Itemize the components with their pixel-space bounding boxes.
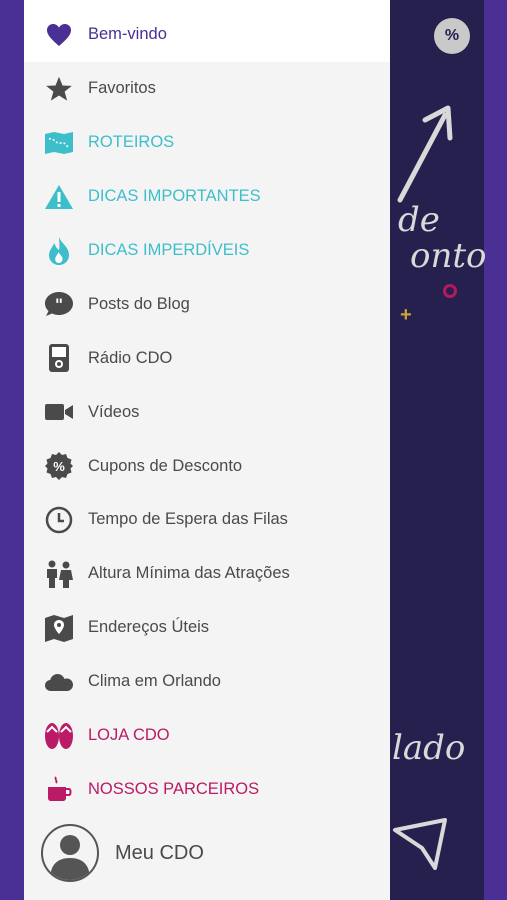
percent-badge-icon: % — [43, 450, 75, 482]
menu-item-label: NOSSOS PARCEIROS — [88, 779, 260, 798]
menu-item-dicas-importantes[interactable]: DICAS IMPORTANTES — [24, 170, 390, 224]
quote-bubble-icon: " — [43, 288, 75, 320]
menu-item-label: DICAS IMPERDÍVEIS — [88, 241, 250, 259]
people-icon — [43, 558, 75, 590]
arrow-up-icon — [397, 105, 453, 203]
background-script-text: de — [398, 200, 440, 240]
flip-flops-icon — [43, 720, 75, 752]
menu-item-loja-cdo[interactable]: LOJA CDO — [24, 709, 390, 763]
menu-item-tempo-espera[interactable]: Tempo de Espera das Filas — [24, 493, 390, 547]
map-pin-icon — [43, 612, 75, 644]
menu-item-cupons-desconto[interactable]: % Cupons de Desconto — [24, 439, 390, 493]
navigation-drawer: Bem-vindo Favoritos ROTEIROS DICAS IMPOR… — [24, 0, 390, 900]
menu-item-enderecos-uteis[interactable]: Endereços Úteis — [24, 601, 390, 655]
menu-item-label: Bem-vindo — [88, 25, 167, 44]
drawer-menu: Bem-vindo Favoritos ROTEIROS DICAS IMPOR… — [24, 8, 390, 816]
menu-item-nossos-parceiros[interactable]: NOSSOS PARCEIROS — [24, 762, 390, 816]
menu-item-dicas-imperdiveis[interactable]: DICAS IMPERDÍVEIS — [24, 224, 390, 278]
decorative-ring — [443, 284, 457, 298]
discount-badge-icon[interactable]: % — [434, 18, 470, 54]
flame-icon — [43, 235, 75, 267]
background-script-text: onto — [410, 236, 487, 276]
star-icon — [43, 73, 75, 105]
menu-item-videos[interactable]: Vídeos — [24, 385, 390, 439]
menu-item-altura-minima[interactable]: Altura Mínima das Atrações — [24, 547, 390, 601]
radio-player-icon — [43, 342, 75, 374]
decorative-plus: + — [400, 304, 412, 326]
menu-item-clima-orlando[interactable]: Clima em Orlando — [24, 655, 390, 709]
svg-text:": " — [55, 295, 63, 314]
menu-item-label: Cupons de Desconto — [88, 456, 243, 475]
menu-item-label: Vídeos — [88, 402, 140, 421]
menu-item-posts-blog[interactable]: " Posts do Blog — [24, 277, 390, 331]
map-route-icon — [43, 127, 75, 159]
video-camera-icon — [43, 396, 75, 428]
heart-icon — [43, 19, 75, 51]
profile-button[interactable]: Meu CDO — [24, 822, 390, 884]
user-avatar-icon — [41, 824, 99, 882]
menu-item-label: DICAS IMPORTANTES — [88, 187, 261, 206]
profile-label: Meu CDO — [115, 841, 204, 864]
menu-item-radio-cdo[interactable]: Rádio CDO — [24, 331, 390, 385]
clock-icon — [43, 504, 75, 536]
menu-item-label: Favoritos — [88, 79, 156, 98]
menu-item-favoritos[interactable]: Favoritos — [24, 62, 390, 116]
menu-item-label: Posts do Blog — [88, 294, 190, 313]
warning-icon — [43, 181, 75, 213]
menu-item-label: LOJA CDO — [88, 726, 170, 745]
menu-item-label: Clima em Orlando — [88, 672, 221, 691]
menu-item-roteiros[interactable]: ROTEIROS — [24, 116, 390, 170]
menu-item-label: Tempo de Espera das Filas — [88, 510, 288, 529]
menu-item-label: Rádio CDO — [88, 348, 173, 367]
cloud-icon — [43, 666, 75, 698]
menu-item-bem-vindo[interactable]: Bem-vindo — [24, 8, 390, 62]
right-edge-strip — [484, 0, 507, 900]
background-script-text: lado — [392, 728, 466, 768]
menu-item-label: Altura Mínima das Atrações — [88, 564, 290, 583]
menu-item-label: Endereços Úteis — [88, 618, 210, 637]
left-edge-strip — [0, 0, 24, 900]
arrow-down-icon — [393, 818, 447, 870]
svg-text:%: % — [53, 459, 65, 474]
menu-item-label: ROTEIROS — [88, 133, 175, 152]
coffee-cup-icon — [43, 773, 75, 805]
